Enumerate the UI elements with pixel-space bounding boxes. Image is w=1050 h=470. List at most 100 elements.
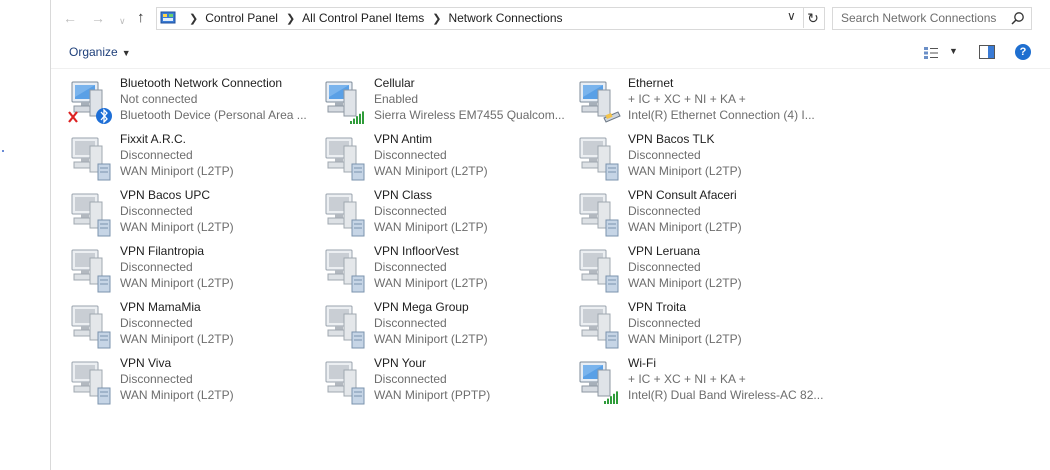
connection-item[interactable]: VPN Bacos TLK Disconnected WAN Miniport (L… bbox=[576, 132, 826, 186]
vpn-connection-icon bbox=[71, 249, 111, 293]
connection-name: VPN Filantropia bbox=[120, 244, 205, 258]
breadcrumb[interactable]: ❯ Control Panel ❯ All Control Panel Items ❯ N… bbox=[156, 7, 825, 30]
connection-status: Disconnected bbox=[120, 260, 193, 274]
cellular-network-icon bbox=[325, 81, 364, 124]
connection-item[interactable]: VPN InfloorVest Disconnected WAN Miniport … bbox=[322, 244, 572, 298]
navigation-pane-edge bbox=[0, 0, 51, 470]
connection-item[interactable]: VPN MamaMia Disconnected WAN Miniport (L2T… bbox=[68, 300, 318, 354]
connection-name: VPN Class bbox=[374, 188, 433, 202]
connection-status: Disconnected bbox=[628, 260, 701, 274]
connection-status: Disconnected bbox=[374, 148, 447, 162]
search-placeholder: Search Network Connections bbox=[841, 11, 997, 25]
search-icon[interactable] bbox=[1011, 11, 1025, 25]
connection-item[interactable]: Cellular Enabled Sierra Wireless EM7455 Qu… bbox=[322, 76, 572, 130]
forward-arrow-icon[interactable]: → bbox=[91, 10, 105, 26]
connection-device: WAN Miniport (L2TP) bbox=[628, 332, 742, 346]
connection-name: VPN Consult Afaceri bbox=[628, 188, 737, 202]
connection-device: WAN Miniport (L2TP) bbox=[374, 220, 488, 234]
organize-chevron-icon: ▼ bbox=[121, 48, 131, 58]
connection-status: + IC + XC + NI + KA + bbox=[628, 92, 746, 106]
address-dropdown-icon[interactable]: ∨ bbox=[787, 9, 801, 27]
connection-device: WAN Miniport (L2TP) bbox=[120, 276, 234, 290]
connection-item[interactable]: VPN Mega Group Disconnected WAN Miniport (… bbox=[322, 300, 572, 354]
connection-item[interactable]: VPN Class Disconnected WAN Miniport (L2TP) bbox=[322, 188, 572, 242]
help-icon[interactable]: ? bbox=[1015, 44, 1031, 60]
connection-device: WAN Miniport (L2TP) bbox=[374, 332, 488, 346]
connection-name: VPN Mega Group bbox=[374, 300, 469, 314]
connection-device: WAN Miniport (PPTP) bbox=[374, 388, 491, 402]
breadcrumb-network-connections[interactable]: Network Connections bbox=[448, 11, 562, 25]
control-panel-icon bbox=[160, 11, 176, 24]
connection-device: WAN Miniport (L2TP) bbox=[374, 164, 488, 178]
breadcrumb-separator-icon: ❯ bbox=[285, 13, 296, 25]
vpn-connection-icon bbox=[579, 249, 619, 293]
vpn-connection-icon bbox=[579, 193, 619, 237]
back-arrow-icon[interactable]: ← bbox=[63, 10, 77, 26]
connection-item[interactable]: Fixxit A.R.C. Disconnected WAN Miniport (L… bbox=[68, 132, 318, 186]
connection-name: Cellular bbox=[374, 76, 415, 90]
breadcrumb-separator-icon: ❯ bbox=[189, 13, 199, 25]
up-arrow-icon[interactable]: ↑ bbox=[137, 10, 145, 26]
address-bar: ← → ∨ ↑ ❯ Control Panel ❯ All Control Panel… bbox=[51, 0, 1050, 38]
connection-item[interactable]: Wi-Fi + IC + XC + NI + KA + Intel(R) Dual … bbox=[576, 356, 826, 410]
connection-item[interactable]: VPN Leruana Disconnected WAN Miniport (L2T… bbox=[576, 244, 826, 298]
connection-device: WAN Miniport (L2TP) bbox=[120, 164, 234, 178]
bluetooth-network-icon bbox=[68, 81, 112, 124]
connection-status: Disconnected bbox=[374, 260, 447, 274]
vpn-connection-icon bbox=[71, 361, 111, 405]
connection-status: Disconnected bbox=[628, 204, 701, 218]
preview-pane-icon[interactable] bbox=[979, 45, 995, 59]
search-input[interactable]: Search Network Connections bbox=[832, 7, 1032, 30]
connection-item[interactable]: VPN Viva Disconnected WAN Miniport (L2TP) bbox=[68, 356, 318, 410]
connection-name: VPN Your bbox=[374, 356, 427, 370]
connection-item[interactable]: VPN Troita Disconnected WAN Miniport (L2TP… bbox=[576, 300, 826, 354]
connection-device: Intel(R) Dual Band Wireless-AC 82... bbox=[628, 388, 824, 402]
connection-status: Disconnected bbox=[628, 316, 701, 330]
connection-name: VPN InfloorVest bbox=[374, 244, 459, 258]
vpn-connection-icon bbox=[579, 305, 619, 349]
connection-status: Disconnected bbox=[374, 204, 447, 218]
ethernet-network-icon bbox=[579, 81, 621, 123]
recent-locations-chevron-icon[interactable]: ∨ bbox=[119, 13, 126, 29]
view-options-chevron-icon[interactable]: ▼ bbox=[949, 46, 958, 56]
connection-item[interactable]: VPN Antim Disconnected WAN Miniport (L2TP) bbox=[322, 132, 572, 186]
connection-item[interactable]: VPN Your Disconnected WAN Miniport (PPTP) bbox=[322, 356, 572, 410]
connection-item[interactable]: Bluetooth Network Connection Not connecte… bbox=[68, 76, 318, 130]
connection-device: Sierra Wireless EM7455 Qualcom... bbox=[374, 108, 565, 122]
connection-device: WAN Miniport (L2TP) bbox=[628, 276, 742, 290]
change-view-icon[interactable] bbox=[923, 46, 939, 60]
breadcrumb-control-panel[interactable]: Control Panel bbox=[205, 11, 278, 25]
connection-item[interactable]: VPN Bacos UPC Disconnected WAN Miniport (L… bbox=[68, 188, 318, 242]
vpn-connection-icon bbox=[71, 193, 111, 237]
connection-item[interactable]: VPN Filantropia Disconnected WAN Miniport … bbox=[68, 244, 318, 298]
connection-name: Bluetooth Network Connection bbox=[120, 76, 283, 90]
connection-status: Disconnected bbox=[120, 316, 193, 330]
breadcrumb-separator-icon: ❯ bbox=[432, 13, 442, 25]
connection-name: VPN Viva bbox=[120, 356, 172, 370]
organize-button[interactable]: Organize ▼ bbox=[69, 45, 131, 59]
connection-status: + IC + XC + NI + KA + bbox=[628, 372, 746, 386]
connection-device: WAN Miniport (L2TP) bbox=[628, 164, 742, 178]
connection-name: VPN Bacos TLK bbox=[628, 132, 715, 146]
vpn-connection-icon bbox=[325, 305, 365, 349]
command-bar: Organize ▼ ▼ ? bbox=[51, 38, 1050, 69]
breadcrumb-all-items[interactable]: All Control Panel Items bbox=[302, 11, 424, 25]
connection-name: VPN Antim bbox=[374, 132, 433, 146]
connection-status: Not connected bbox=[120, 92, 198, 106]
connection-item[interactable]: Ethernet + IC + XC + NI + KA + Intel(R) Et… bbox=[576, 76, 826, 130]
connection-status: Disconnected bbox=[374, 372, 447, 386]
connection-name: VPN Leruana bbox=[628, 244, 701, 258]
connection-name: VPN Troita bbox=[628, 300, 687, 314]
connection-item[interactable]: VPN Consult Afaceri Disconnected WAN Minip… bbox=[576, 188, 826, 242]
connection-device: WAN Miniport (L2TP) bbox=[628, 220, 742, 234]
vpn-connection-icon bbox=[325, 193, 365, 237]
vpn-connection-icon bbox=[325, 361, 365, 405]
connection-status: Enabled bbox=[374, 92, 419, 106]
connection-status: Disconnected bbox=[120, 372, 193, 386]
vpn-connection-icon bbox=[71, 305, 111, 349]
connection-status: Disconnected bbox=[628, 148, 701, 162]
connection-device: WAN Miniport (L2TP) bbox=[374, 276, 488, 290]
vpn-connection-icon bbox=[325, 137, 365, 181]
refresh-icon[interactable]: ↻ bbox=[803, 8, 822, 28]
connection-name: Wi-Fi bbox=[628, 356, 656, 370]
